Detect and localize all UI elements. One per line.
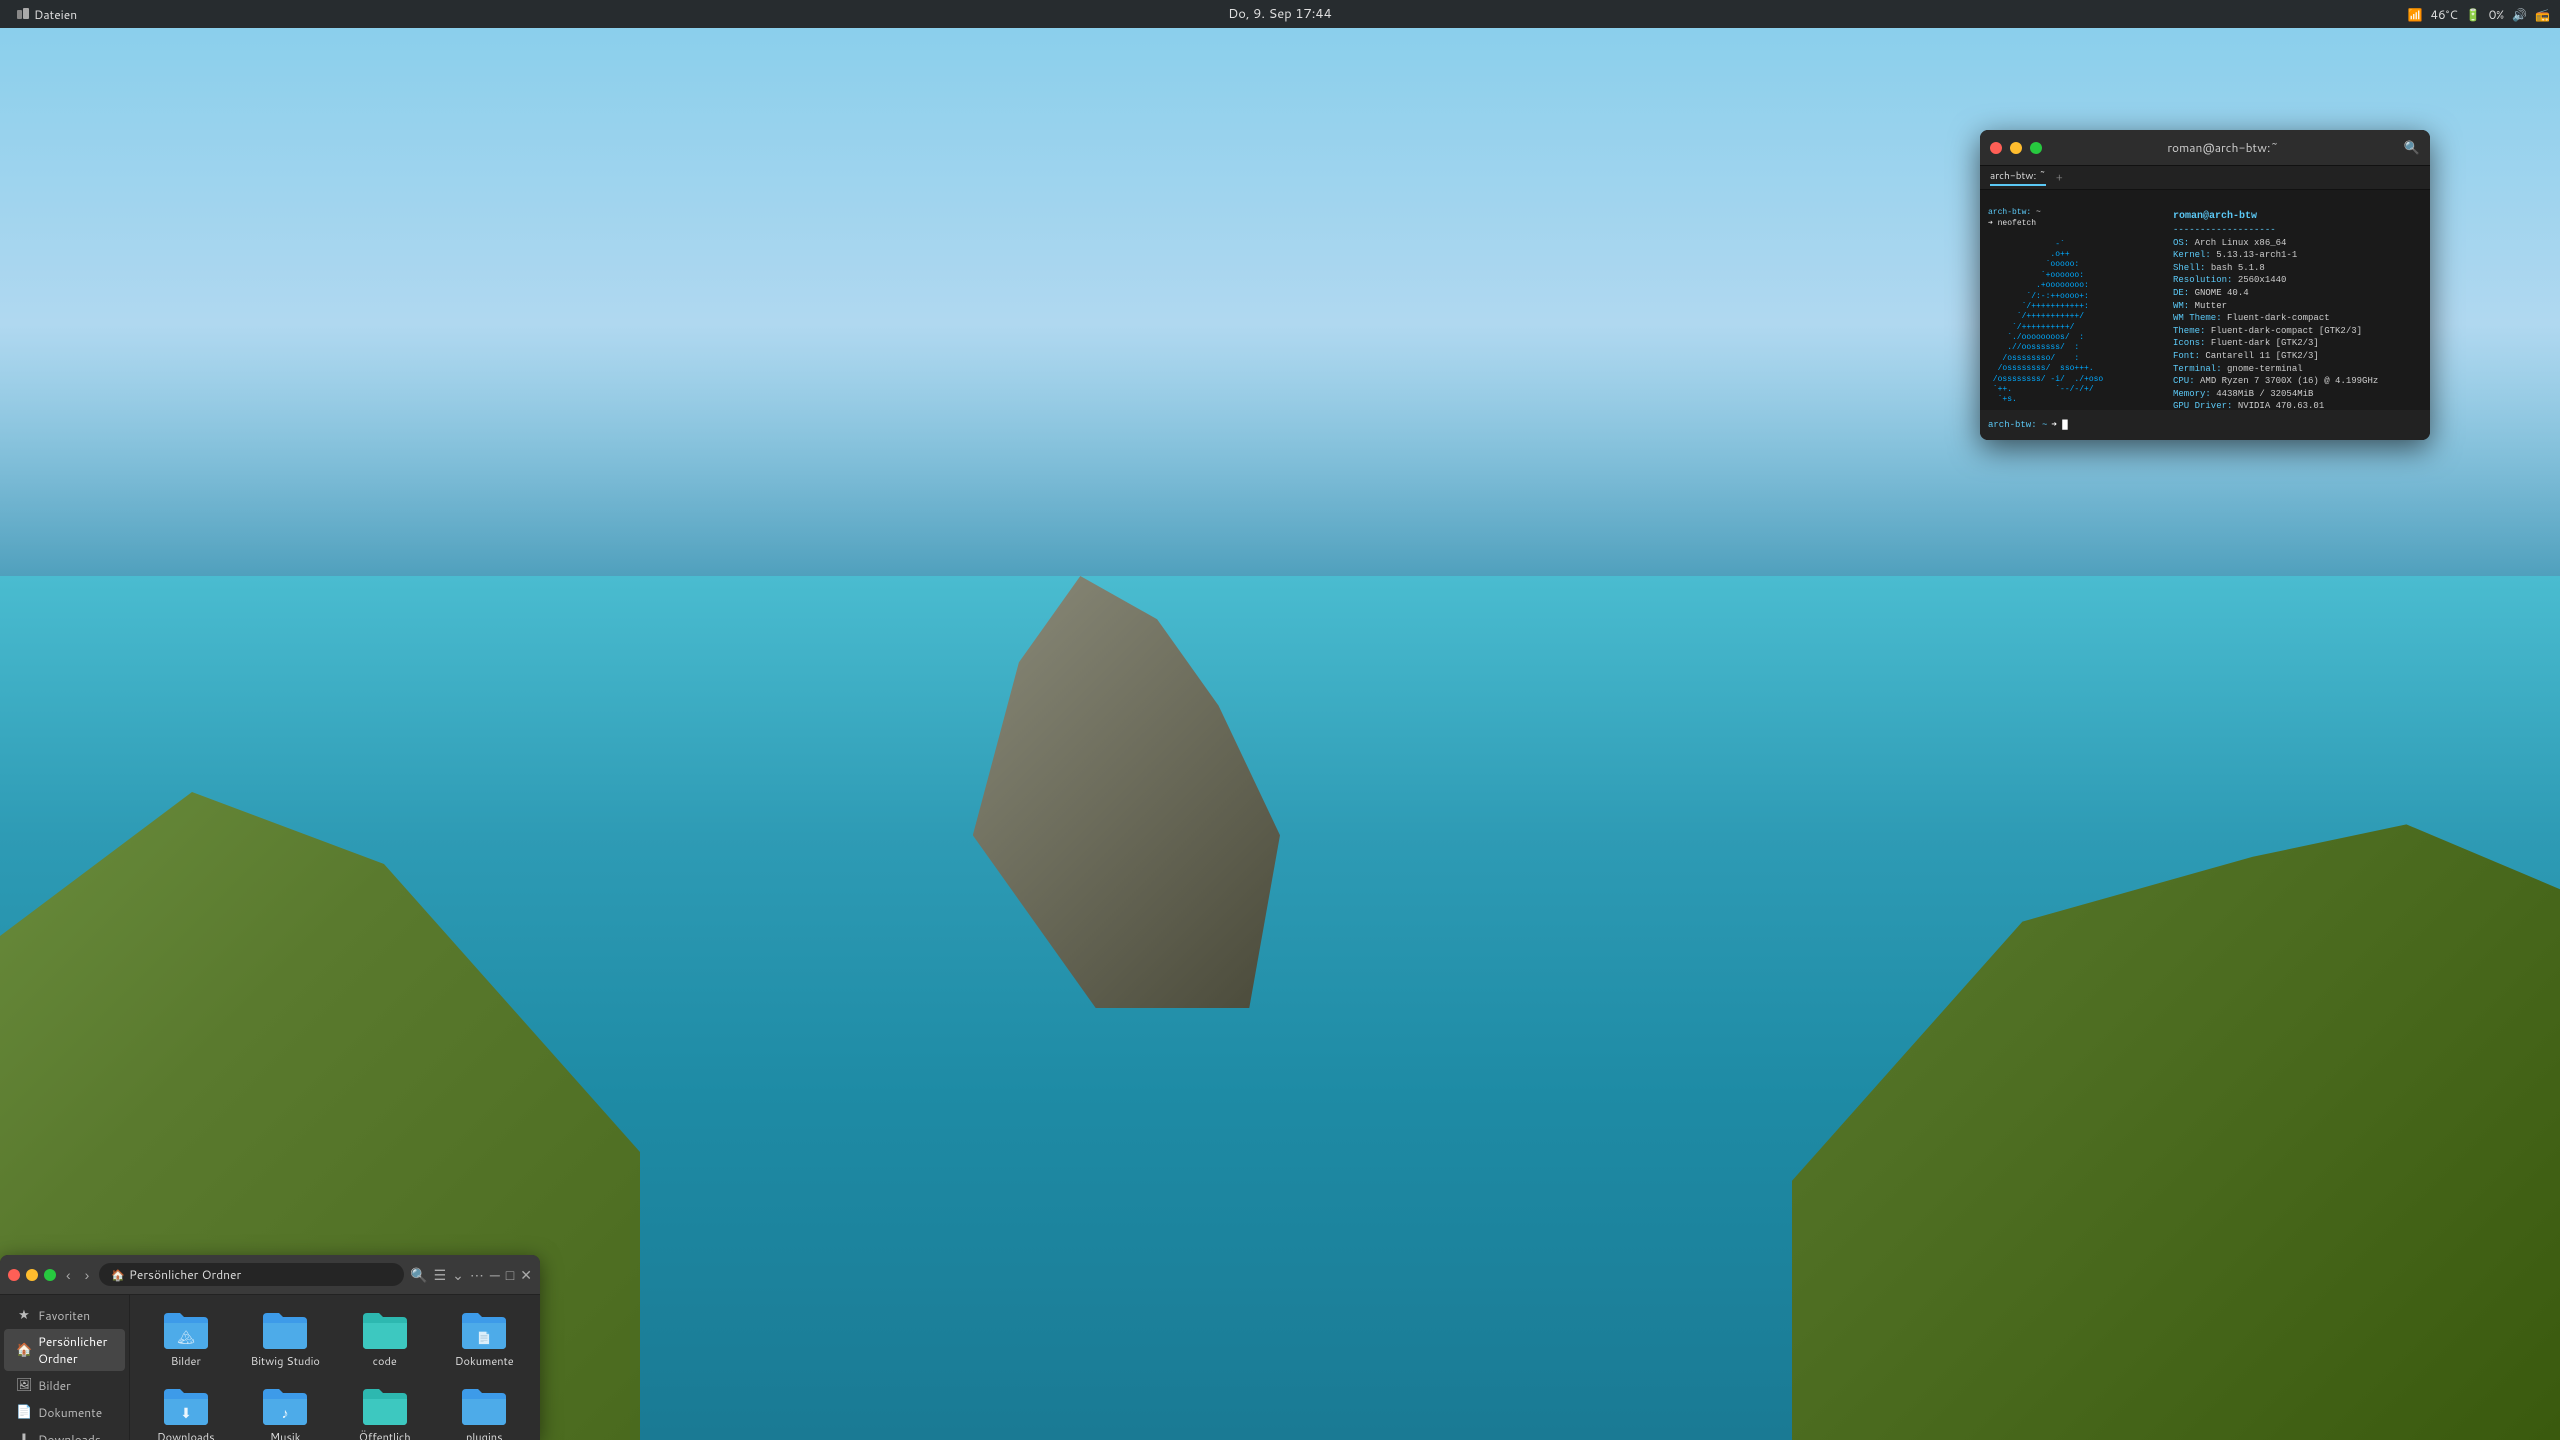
bilder-label: Bilder: [38, 1377, 71, 1394]
folder-bitwig-label: Bitwig Studio: [251, 1353, 320, 1369]
folder-oeffentlich-label: Öffentlich: [359, 1429, 411, 1440]
folder-bitwig[interactable]: Bitwig Studio: [238, 1303, 334, 1375]
speaker-icon: 🔊: [2512, 6, 2527, 23]
folder-dokumente-icon: 📄: [460, 1309, 508, 1349]
taskbar-left: Dateien: [10, 4, 83, 25]
bilder-icon: 🖼: [16, 1376, 32, 1394]
folder-downloads[interactable]: ⬇ Downloads: [138, 1379, 234, 1440]
volume-icon: 📻: [2535, 6, 2550, 23]
file-manager-body: ★ Favoriten 🏠 Persönlicher Ordner 🖼 Bild…: [0, 1295, 540, 1440]
file-manager-content: 🏔 Bilder Bitwig Studio: [130, 1295, 540, 1440]
favoriten-icon: ★: [16, 1306, 32, 1324]
terminal-close-button[interactable]: [1990, 142, 2002, 154]
path-label: Persönlicher Ordner: [129, 1266, 241, 1283]
search-icon[interactable]: 🔍: [410, 1265, 427, 1285]
sidebar-item-personal[interactable]: 🏠 Persönlicher Ordner: [4, 1329, 125, 1371]
home-icon: 🏠: [16, 1341, 32, 1359]
downloads-label: Downloads: [38, 1431, 101, 1440]
folder-bilder-icon: 🏔: [162, 1309, 210, 1349]
battery-icon: 🔋: [2466, 6, 2481, 23]
taskbar: Dateien Do, 9. Sep 17:44 📶 46°C 🔋 0% 🔊 📻: [0, 0, 2560, 28]
folder-plugins-icon: [460, 1385, 508, 1425]
terminal-window[interactable]: roman@arch-btw:~ 🔍 arch-btw: ~ + arch-bt…: [1980, 130, 2430, 440]
file-manager-maximize-button[interactable]: [44, 1269, 56, 1281]
terminal-search-icon[interactable]: 🔍: [2404, 139, 2420, 157]
folder-oeffentlich[interactable]: Öffentlich: [337, 1379, 433, 1440]
dokumente-icon: 📄: [16, 1403, 32, 1421]
taskbar-datetime: Do, 9. Sep 17:44: [1228, 5, 1332, 23]
folder-bilder[interactable]: 🏔 Bilder: [138, 1303, 234, 1375]
downloads-icon: ⬇: [16, 1430, 32, 1440]
sidebar-item-favoriten[interactable]: ★ Favoriten: [4, 1302, 125, 1328]
file-manager-sidebar: ★ Favoriten 🏠 Persönlicher Ordner 🖼 Bild…: [0, 1295, 130, 1440]
personal-label: Persönlicher Ordner: [38, 1333, 113, 1367]
folder-downloads-icon: ⬇: [162, 1385, 210, 1425]
file-manager-path-bar[interactable]: 🏠 Persönlicher Ordner: [99, 1263, 404, 1286]
file-manager-close-button[interactable]: [8, 1269, 20, 1281]
file-manager-window[interactable]: ‹ › 🏠 Persönlicher Ordner 🔍 ☰ ⌄ ⋯ ─ □ ✕ …: [0, 1255, 540, 1440]
file-manager-maximize-icon[interactable]: □: [506, 1265, 514, 1285]
view-toggle-icon[interactable]: ☰: [434, 1265, 447, 1285]
terminal-tab[interactable]: arch-btw: ~: [1990, 169, 2046, 186]
folder-bitwig-icon: [261, 1309, 309, 1349]
terminal-title: roman@arch-btw:~: [2050, 139, 2396, 156]
dokumente-label: Dokumente: [38, 1404, 102, 1421]
terminal-titlebar: roman@arch-btw:~ 🔍: [1980, 130, 2430, 166]
battery-label: 0%: [2489, 6, 2504, 23]
terminal-minimize-button[interactable]: [2010, 142, 2022, 154]
file-manager-toolbar-right: 🔍 ☰ ⌄ ⋯ ─ □ ✕: [410, 1265, 532, 1285]
folder-plugins-label: plugins: [466, 1429, 503, 1440]
file-manager-close-icon[interactable]: ✕: [520, 1265, 532, 1285]
sidebar-item-downloads[interactable]: ⬇ Downloads: [4, 1426, 125, 1440]
terminal-cursor: ➜ █: [2051, 420, 2067, 430]
temp-label: 46°C: [2431, 6, 2458, 23]
file-manager-back-button[interactable]: ‹: [62, 1265, 75, 1285]
svg-text:♪: ♪: [282, 1403, 289, 1423]
files-icon: [16, 7, 30, 21]
folder-downloads-label: Downloads: [157, 1429, 215, 1440]
terminal-body: arch-btw: ~ ➜ neofetch -` .o++ `ooooo: `…: [1980, 190, 2430, 410]
more-options-icon[interactable]: ⋯: [470, 1265, 484, 1285]
file-manager-forward-button[interactable]: ›: [81, 1265, 94, 1285]
terminal-cwd: arch-btw: ~: [1988, 420, 2047, 430]
taskbar-app-files[interactable]: Dateien: [10, 4, 83, 25]
folder-musik-icon: ♪: [261, 1385, 309, 1425]
system-tray: 📶 46°C 🔋 0% 🔊 📻: [2408, 6, 2550, 23]
folder-oeffentlich-icon: [361, 1385, 409, 1425]
folder-musik-label: Musik: [270, 1429, 300, 1440]
signal-icon: 📶: [2408, 6, 2423, 23]
folder-dokumente[interactable]: 📄 Dokumente: [437, 1303, 533, 1375]
path-home-icon: 🏠: [111, 1267, 125, 1283]
terminal-prompt-bottom[interactable]: arch-btw: ~ ➜ █: [1980, 410, 2430, 440]
taskbar-app-label: Dateien: [34, 6, 77, 23]
folder-dokumente-label: Dokumente: [455, 1353, 514, 1369]
favoriten-label: Favoriten: [38, 1307, 90, 1324]
folder-code-label: code: [373, 1353, 397, 1369]
sidebar-item-bilder[interactable]: 🖼 Bilder: [4, 1372, 125, 1398]
file-manager-minimize-icon[interactable]: ─: [490, 1265, 500, 1285]
terminal-new-tab[interactable]: +: [2056, 171, 2063, 185]
sort-icon[interactable]: ⌄: [452, 1265, 464, 1285]
taskbar-right: 📶 46°C 🔋 0% 🔊 📻: [2408, 6, 2550, 23]
terminal-maximize-button[interactable]: [2030, 142, 2042, 154]
sidebar-item-dokumente[interactable]: 📄 Dokumente: [4, 1399, 125, 1425]
terminal-neofetch-info: roman@arch-btw ------------------- OS: A…: [2165, 190, 2430, 410]
file-manager-minimize-button[interactable]: [26, 1269, 38, 1281]
folder-musik[interactable]: ♪ Musik: [238, 1379, 334, 1440]
terminal-neofetch-art: arch-btw: ~ ➜ neofetch -` .o++ `ooooo: `…: [1980, 190, 2165, 410]
svg-text:⬇: ⬇: [180, 1403, 192, 1423]
svg-text:🏔: 🏔: [177, 1327, 195, 1347]
folder-code[interactable]: code: [337, 1303, 433, 1375]
folder-plugins[interactable]: plugins: [437, 1379, 533, 1440]
svg-text:📄: 📄: [477, 1329, 492, 1346]
folder-code-icon: [361, 1309, 409, 1349]
file-manager-titlebar: ‹ › 🏠 Persönlicher Ordner 🔍 ☰ ⌄ ⋯ ─ □ ✕: [0, 1255, 540, 1295]
folder-bilder-label: Bilder: [171, 1353, 201, 1369]
